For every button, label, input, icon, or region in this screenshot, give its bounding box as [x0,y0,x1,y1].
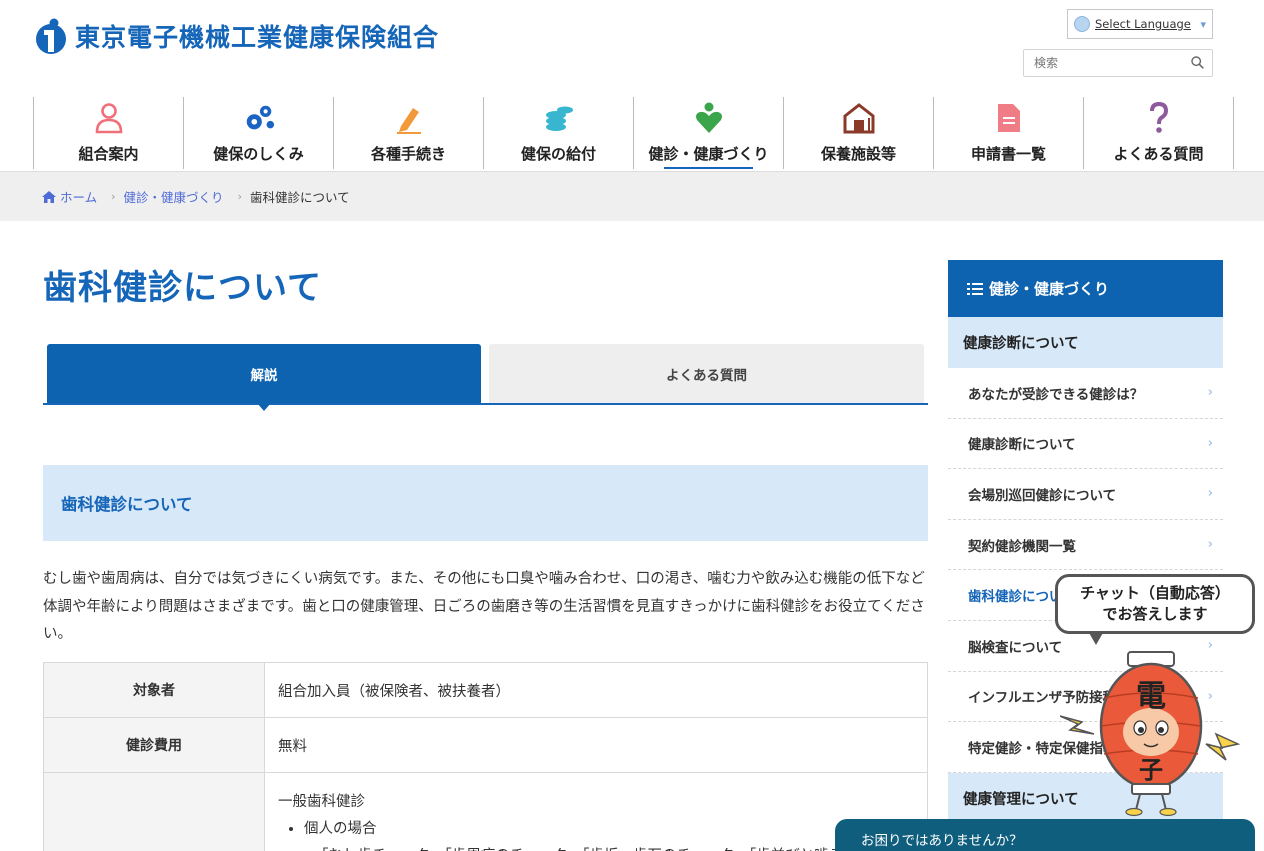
intro-text: むし歯や歯周病は、自分では気づきにくい病気です。また、その他にも口臭や噛み合わせ… [43,571,925,642]
table-header-cost: 健診費用 [43,717,265,773]
sidebar-item-venue-checkup[interactable]: 会場別巡回健診について › [948,469,1223,520]
tab-explanation[interactable]: 解説 [47,344,481,411]
mascot-char-bottom: 子 [1139,756,1163,784]
heart-person-icon [692,101,726,135]
page-title: 歯科健診について [43,268,322,308]
person-icon [92,101,126,135]
table-cell-content: 一般歯科健診 個人の場合 「むし歯チェック」「歯周病のチェック」「歯垢・歯石のチ… [264,772,928,851]
home-icon [42,190,56,203]
gears-icon [242,101,276,135]
nav-label: 各種手続き [370,145,446,163]
lantern-mascot-icon[interactable]: 電 子 [1060,648,1240,818]
table-row: 対象者 組合加入員（被保険者、被扶養者） [43,662,928,718]
question-icon [1142,101,1176,135]
chevron-right-icon: › [237,190,242,203]
site-logo[interactable]: 東京電子機械工業健康保険組合 [33,17,439,55]
nav-label: よくある質問 [1113,145,1204,163]
sidebar-item-contracted-institutions[interactable]: 契約健診機関一覧 › [948,520,1223,571]
nav-item-about[interactable]: 組合案内 [34,97,184,169]
chevron-right-icon: › [1207,486,1213,502]
house-icon [842,101,876,135]
chevron-right-icon: › [1207,435,1213,451]
chevron-down-icon: ▾ [1200,17,1206,31]
document-icon [992,101,1026,135]
nav-label: 組合案内 [78,145,139,163]
nav-label: 健診・健康づくり [648,145,769,163]
chevron-right-icon: › [1207,385,1213,401]
nav-item-procedures[interactable]: 各種手続き [334,97,484,169]
content-tabs: 解説 よくある質問 [43,344,928,411]
globe-icon [1074,16,1090,32]
table-cell-cost: 無料 [264,717,928,773]
sidebar-item-label: 会場別巡回健診について [968,487,1117,504]
chevron-right-icon: › [111,190,116,203]
help-chat-bar[interactable]: お困りではありませんか？ [835,819,1255,851]
nav-item-system[interactable]: 健保のしくみ [184,97,334,169]
table-header-empty [43,772,265,851]
nav-label: 健保の給付 [520,145,596,163]
nav-label: 申請書一覧 [970,145,1046,163]
breadcrumb-current: 歯科健診について [249,190,350,205]
breadcrumb: ホーム › 健診・健康づくり › 歯科健診について [0,172,1264,221]
sidebar-item-label: 契約健診機関一覧 [968,538,1076,555]
nav-item-faq[interactable]: よくある質問 [1084,97,1234,169]
search-input[interactable] [1024,50,1184,76]
breadcrumb-home[interactable]: ホーム [42,187,97,206]
search-box [1023,49,1213,77]
chevron-right-icon: › [1207,537,1213,553]
tab-faq[interactable]: よくある質問 [489,344,924,403]
breadcrumb-parent[interactable]: 健診・健康づくり [124,187,224,206]
list-icon [967,282,983,295]
checkup-detail: 「むし歯チェック」「歯周病のチェック」「歯垢・歯石のチェック」「歯並びと噛み [278,843,918,851]
sidebar-item-label: あなたが受診できる健診は？ [968,386,1144,403]
section-heading: 歯科健診について [61,495,193,514]
language-selector[interactable]: Select Language ▾ [1067,9,1213,39]
logo-mark-icon [36,18,66,54]
sidebar-item-label: 脳検査について [968,639,1063,656]
table-row: 一般歯科健診 個人の場合 「むし歯チェック」「歯周病のチェック」「歯垢・歯石のチ… [43,772,928,851]
sidebar-item-label: 健康診断について [968,437,1076,454]
list-item: 個人の場合 [304,816,927,843]
coins-icon [542,101,576,135]
checkup-type: 一般歯科健診 [278,794,365,810]
nav-item-benefits[interactable]: 健保の給付 [484,97,634,169]
language-label[interactable]: Select Language [1095,17,1191,31]
nav-label: 健保のしくみ [213,145,304,163]
logo-text: 東京電子機械工業健康保険組合 [75,23,440,52]
nav-item-forms[interactable]: 申請書一覧 [934,97,1084,169]
checkup-list: 個人の場合 [278,816,927,843]
info-table: 対象者 組合加入員（被保険者、被扶養者） 健診費用 無料 一般歯科健診 個人の場… [43,662,928,851]
pen-icon [392,101,426,135]
sidebar-item-health-checkup[interactable]: 健康診断について › [948,419,1223,470]
table-cell-target: 組合加入員（被保険者、被扶養者） [264,662,928,718]
chat-line-1: チャット（自動応答） [1080,584,1230,602]
sidebar-group-checkup[interactable]: 健康診断について [948,317,1223,368]
nav-item-facilities[interactable]: 保養施設等 [784,97,934,169]
mascot-char-top: 電 [1136,679,1166,714]
chat-bubble[interactable]: チャット（自動応答） でお答えします [1055,574,1255,645]
sidebar-item-eligible-checkups[interactable]: あなたが受診できる健診は？ › [948,368,1223,419]
nav-item-health-checkup[interactable]: 健診・健康づくり [634,97,784,169]
chat-line-2: でお答えします [1102,605,1208,623]
section-heading-box: 歯科健診について [43,465,928,541]
table-row: 健診費用 無料 [43,717,928,773]
search-icon[interactable] [1191,56,1204,69]
nav-label: 保養施設等 [820,145,896,163]
main-nav: 組合案内 健保のしくみ 各種手続き 健保の給付 健診・健康づくり 保養施設等 申… [33,97,1234,169]
breadcrumb-home-label: ホーム [60,190,98,205]
sidebar-heading: 健診・健康づくり [948,260,1223,317]
sidebar-heading-label: 健診・健康づくり [989,280,1110,298]
table-header-target: 対象者 [43,662,265,718]
